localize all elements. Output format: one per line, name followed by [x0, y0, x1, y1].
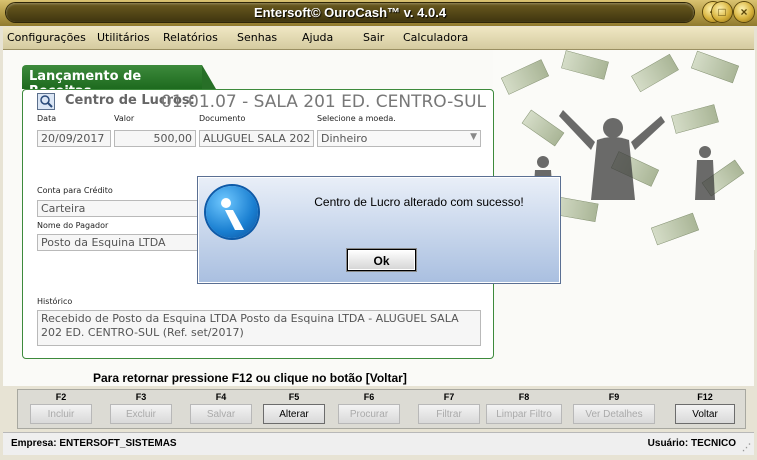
ok-button[interactable]: Ok [347, 249, 416, 271]
close-icon: × [740, 5, 748, 19]
help-text: Para retornar pressione F12 ou clique no… [93, 371, 407, 385]
conta-field[interactable]: Carteira [37, 200, 217, 217]
fkey-f7-key: F7 [443, 392, 455, 402]
menu-utilitarios[interactable]: Utilitários [97, 31, 150, 44]
pagador-field[interactable]: Posto da Esquina LTDA [37, 234, 217, 251]
menu-configuracoes[interactable]: Configurações [7, 31, 86, 44]
conta-label: Conta para Crédito [37, 186, 113, 195]
fkey-f2: F2 Incluir [28, 390, 94, 424]
fkey-f3-key: F3 [135, 392, 147, 402]
status-bar: Empresa: ENTERSOFT_SISTEMAS Usuário: TEC… [3, 432, 754, 455]
historico-textarea[interactable]: Recebido de Posto da Esquina LTDA Posto … [37, 310, 481, 346]
chevron-down-icon: ▼ [470, 132, 477, 142]
procurar-button[interactable]: Procurar [338, 404, 400, 424]
excluir-button[interactable]: Excluir [110, 404, 172, 424]
documento-label: Documento [199, 114, 246, 123]
data-label: Data [37, 114, 57, 123]
moeda-selected: Dinheiro [321, 132, 368, 145]
title-pill: Entersoft© OuroCash™ v. 4.0.4 [6, 3, 694, 22]
fkey-f7: F7 Filtrar [416, 390, 482, 424]
menu-relatorios[interactable]: Relatórios [163, 31, 218, 44]
fkey-f9: F9 Ver Detalhes [571, 390, 657, 424]
voltar-button[interactable]: Voltar [675, 404, 735, 424]
fkey-f5-key: F5 [288, 392, 300, 402]
salvar-button[interactable]: Salvar [190, 404, 252, 424]
documento-field[interactable]: ALUGUEL SALA 202 ED [199, 130, 314, 147]
info-glyph [221, 198, 244, 230]
alterar-button[interactable]: Alterar [263, 404, 325, 424]
menu-ajuda[interactable]: Ajuda [302, 31, 333, 44]
fkey-f8-key: F8 [518, 392, 530, 402]
fkey-f9-key: F9 [608, 392, 620, 402]
menu-senhas[interactable]: Senhas [237, 31, 277, 44]
menu-sair[interactable]: Sair [363, 31, 384, 44]
maximize-icon: □ [718, 5, 726, 19]
info-icon [206, 186, 258, 238]
fkey-f3: F3 Excluir [108, 390, 174, 424]
limpar-filtro-button[interactable]: Limpar Filtro [486, 404, 562, 424]
pagador-label: Nome do Pagador [37, 221, 109, 230]
fkey-f4: F4 Salvar [188, 390, 254, 424]
data-field[interactable]: 20/09/2017 [37, 130, 111, 147]
menu-calculadora[interactable]: Calculadora [403, 31, 468, 44]
fkey-f12: F12 Voltar [673, 390, 737, 424]
centro-value: 01.01.07 - SALA 201 ED. CENTRO-SUL [161, 92, 486, 112]
search-icon [40, 95, 53, 108]
moeda-select[interactable]: Dinheiro ▼ [317, 130, 481, 147]
form-tab-header: Lançamento de Receitas [22, 65, 216, 99]
fkey-f12-key: F12 [697, 392, 713, 402]
fkey-f4-key: F4 [215, 392, 227, 402]
title-bar: Entersoft© OuroCash™ v. 4.0.4 − □ × [0, 0, 757, 26]
usuario-label: Usuário: TECNICO [647, 438, 736, 449]
success-dialog: Centro de Lucro alterado com sucesso! Ok [197, 176, 561, 284]
fkey-f6-key: F6 [363, 392, 375, 402]
search-button[interactable] [37, 93, 55, 110]
incluir-button[interactable]: Incluir [30, 404, 92, 424]
historico-label: Histórico [37, 297, 73, 306]
resize-grip-icon[interactable]: ⋰ [742, 442, 751, 453]
dialog-message: Centro de Lucro alterado com sucesso! [314, 195, 524, 209]
fkey-f5: F5 Alterar [261, 390, 327, 424]
function-key-bar: F2 Incluir F3 Excluir F4 Salvar F5 Alter… [17, 389, 746, 429]
filtrar-button[interactable]: Filtrar [418, 404, 480, 424]
ver-detalhes-button[interactable]: Ver Detalhes [573, 404, 655, 424]
moeda-label: Selecione a moeda. [317, 114, 396, 123]
fkey-f8: F8 Limpar Filtro [484, 390, 564, 424]
empresa-label: Empresa: ENTERSOFT_SISTEMAS [11, 438, 177, 449]
fkey-f2-key: F2 [55, 392, 67, 402]
close-button[interactable]: × [734, 2, 754, 22]
window-title: Entersoft© OuroCash™ v. 4.0.4 [253, 5, 447, 20]
valor-field[interactable]: 500,00 [114, 130, 196, 147]
fkey-f6: F6 Procurar [336, 390, 402, 424]
valor-label: Valor [114, 114, 135, 123]
maximize-button[interactable]: □ [712, 2, 732, 22]
menu-bar: Configurações Utilitários Relatórios Sen… [3, 27, 754, 50]
